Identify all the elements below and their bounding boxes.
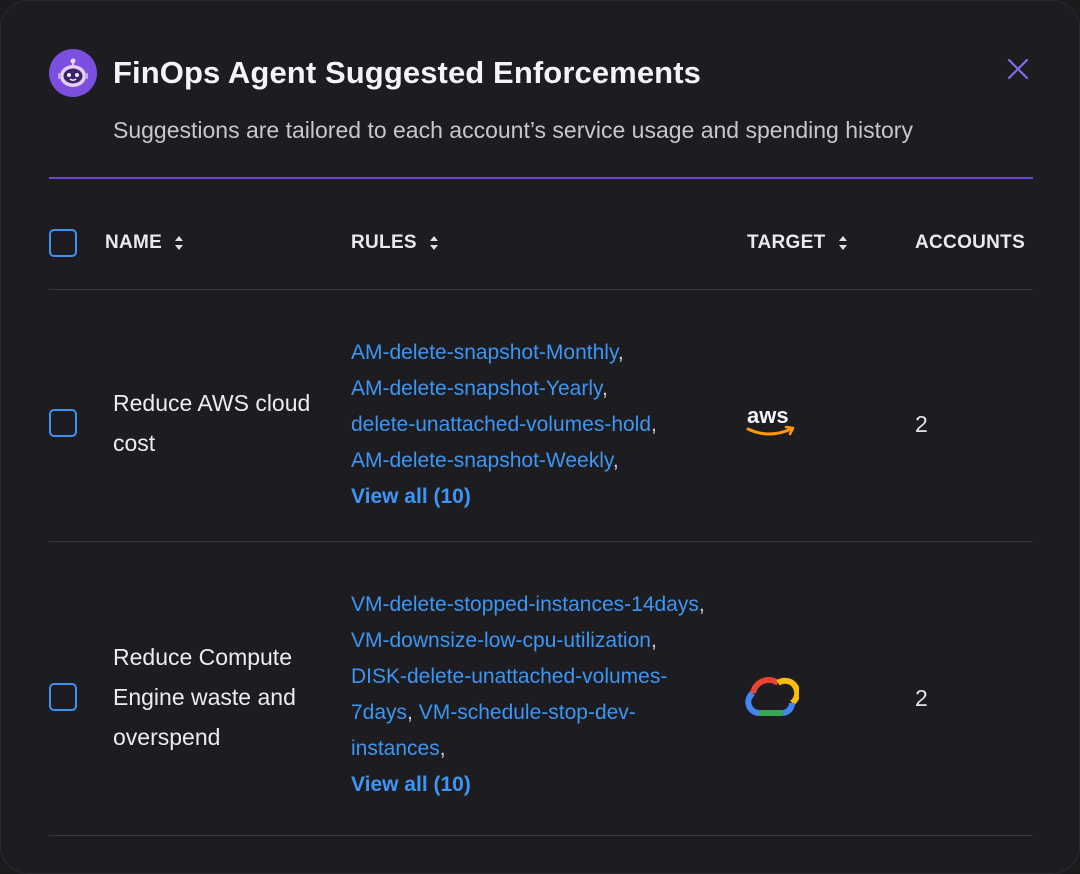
sort-icon[interactable] [429, 235, 439, 251]
sort-icon[interactable] [174, 235, 184, 251]
column-header-accounts: ACCOUNTS [915, 232, 1026, 253]
rule-link[interactable]: VM-delete-stopped-instances-14days [351, 593, 699, 616]
column-header-name[interactable]: NAME [105, 232, 184, 254]
table-header-row: NAME RULES TARGET ACCOUNTS [49, 227, 1033, 259]
accounts-count: 2 [915, 685, 928, 711]
row-divider [49, 835, 1033, 836]
view-all-rules-link[interactable]: View all (10) [351, 479, 471, 515]
enforcement-name: Reduce Compute Engine waste and overspen… [113, 644, 296, 750]
accounts-count: 2 [915, 411, 928, 437]
rule-link[interactable]: AM-delete-snapshot-Weekly [351, 449, 613, 472]
rules-list: AM-delete-snapshot-Monthly, AM-delete-sn… [351, 335, 721, 515]
rules-list: VM-delete-stopped-instances-14days, VM-d… [351, 587, 711, 803]
header-divider [49, 177, 1033, 179]
close-button[interactable] [1002, 53, 1034, 85]
row-divider [49, 541, 1033, 542]
close-icon[interactable] [1007, 58, 1029, 80]
rule-link[interactable]: AM-delete-snapshot-Monthly [351, 341, 618, 364]
aws-logo-icon: aws [745, 403, 799, 447]
row-divider [49, 289, 1033, 290]
rule-link[interactable]: delete-unattached-volumes-hold [351, 413, 651, 436]
dialog-subtitle: Suggestions are tailored to each account… [113, 117, 913, 143]
rule-link[interactable]: AM-delete-snapshot-Yearly [351, 377, 602, 400]
google-cloud-logo-icon [745, 675, 801, 719]
row-checkbox[interactable] [49, 683, 77, 711]
enforcements-dialog: FinOps Agent Suggested Enforcements Sugg… [0, 0, 1080, 874]
rule-link[interactable]: VM-downsize-low-cpu-utilization [351, 629, 651, 652]
dialog-title: FinOps Agent Suggested Enforcements [113, 55, 701, 90]
sort-icon[interactable] [838, 235, 848, 251]
column-header-target[interactable]: TARGET [747, 232, 848, 254]
aws-logo-text: aws [747, 403, 789, 428]
enforcement-name: Reduce AWS cloud cost [113, 390, 311, 456]
view-all-rules-link[interactable]: View all (10) [351, 767, 471, 803]
robot-avatar-icon [49, 49, 97, 97]
column-header-rules[interactable]: RULES [351, 232, 439, 254]
select-all-checkbox[interactable] [49, 229, 77, 257]
row-checkbox[interactable] [49, 409, 77, 437]
